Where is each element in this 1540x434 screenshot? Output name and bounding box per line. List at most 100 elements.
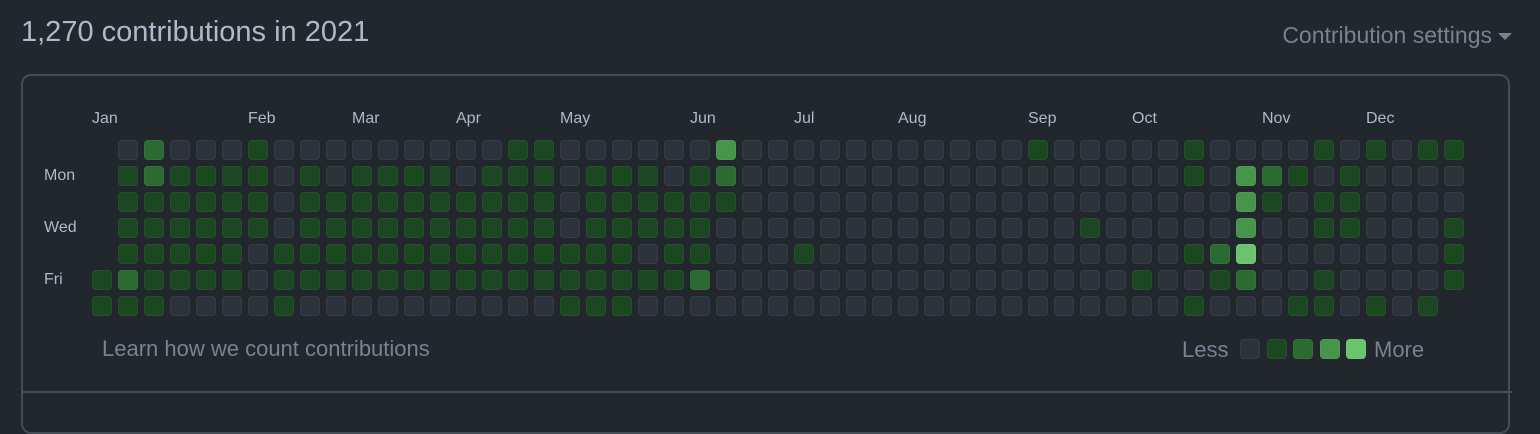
contribution-day-cell[interactable]	[1314, 296, 1334, 316]
contribution-day-cell[interactable]	[222, 270, 242, 290]
contribution-day-cell[interactable]	[482, 270, 502, 290]
contribution-day-cell[interactable]	[898, 218, 918, 238]
contribution-day-cell[interactable]	[1418, 166, 1438, 186]
contribution-day-cell[interactable]	[716, 192, 736, 212]
contribution-day-cell[interactable]	[1210, 166, 1230, 186]
contribution-day-cell[interactable]	[378, 218, 398, 238]
contribution-day-cell[interactable]	[586, 270, 606, 290]
contribution-day-cell[interactable]	[1366, 270, 1386, 290]
contribution-day-cell[interactable]	[1106, 244, 1126, 264]
contribution-day-cell[interactable]	[950, 270, 970, 290]
contribution-day-cell[interactable]	[976, 270, 996, 290]
contribution-day-cell[interactable]	[1028, 244, 1048, 264]
contribution-day-cell[interactable]	[1314, 244, 1334, 264]
contribution-day-cell[interactable]	[1054, 218, 1074, 238]
contribution-day-cell[interactable]	[534, 166, 554, 186]
contribution-day-cell[interactable]	[1366, 192, 1386, 212]
contribution-day-cell[interactable]	[430, 218, 450, 238]
contribution-day-cell[interactable]	[482, 192, 502, 212]
contribution-day-cell[interactable]	[456, 192, 476, 212]
contribution-day-cell[interactable]	[1158, 244, 1178, 264]
contribution-day-cell[interactable]	[612, 166, 632, 186]
contribution-day-cell[interactable]	[1340, 270, 1360, 290]
contribution-day-cell[interactable]	[300, 296, 320, 316]
contribution-day-cell[interactable]	[1002, 140, 1022, 160]
contribution-day-cell[interactable]	[846, 140, 866, 160]
contribution-day-cell[interactable]	[560, 140, 580, 160]
contribution-day-cell[interactable]	[898, 270, 918, 290]
contribution-day-cell[interactable]	[638, 192, 658, 212]
contribution-day-cell[interactable]	[1028, 218, 1048, 238]
contribution-day-cell[interactable]	[456, 270, 476, 290]
contribution-day-cell[interactable]	[1002, 166, 1022, 186]
contribution-day-cell[interactable]	[118, 296, 138, 316]
contribution-day-cell[interactable]	[846, 192, 866, 212]
contribution-day-cell[interactable]	[1340, 244, 1360, 264]
contribution-day-cell[interactable]	[742, 140, 762, 160]
contribution-day-cell[interactable]	[1340, 140, 1360, 160]
contribution-day-cell[interactable]	[924, 296, 944, 316]
contribution-day-cell[interactable]	[1314, 218, 1334, 238]
contribution-day-cell[interactable]	[690, 296, 710, 316]
contribution-day-cell[interactable]	[794, 218, 814, 238]
contribution-day-cell[interactable]	[430, 192, 450, 212]
contribution-day-cell[interactable]	[1184, 140, 1204, 160]
contribution-day-cell[interactable]	[690, 192, 710, 212]
contribution-day-cell[interactable]	[196, 192, 216, 212]
contribution-day-cell[interactable]	[560, 166, 580, 186]
contribution-day-cell[interactable]	[742, 192, 762, 212]
contribution-day-cell[interactable]	[846, 296, 866, 316]
contribution-day-cell[interactable]	[300, 244, 320, 264]
contribution-day-cell[interactable]	[1184, 192, 1204, 212]
contribution-day-cell[interactable]	[1236, 166, 1256, 186]
contribution-day-cell[interactable]	[820, 296, 840, 316]
contribution-day-cell[interactable]	[1444, 218, 1464, 238]
contribution-day-cell[interactable]	[612, 296, 632, 316]
contribution-day-cell[interactable]	[430, 140, 450, 160]
contribution-day-cell[interactable]	[898, 140, 918, 160]
contribution-day-cell[interactable]	[1210, 244, 1230, 264]
contribution-day-cell[interactable]	[1132, 270, 1152, 290]
contribution-day-cell[interactable]	[1288, 192, 1308, 212]
contribution-day-cell[interactable]	[378, 140, 398, 160]
contribution-day-cell[interactable]	[690, 140, 710, 160]
contribution-day-cell[interactable]	[456, 140, 476, 160]
contribution-day-cell[interactable]	[534, 192, 554, 212]
contribution-day-cell[interactable]	[1054, 140, 1074, 160]
contribution-day-cell[interactable]	[976, 140, 996, 160]
contribution-day-cell[interactable]	[768, 166, 788, 186]
contribution-day-cell[interactable]	[222, 166, 242, 186]
contribution-day-cell[interactable]	[976, 218, 996, 238]
contribution-day-cell[interactable]	[1106, 218, 1126, 238]
contribution-day-cell[interactable]	[508, 192, 528, 212]
contribution-day-cell[interactable]	[534, 140, 554, 160]
contribution-day-cell[interactable]	[352, 218, 372, 238]
contribution-day-cell[interactable]	[664, 296, 684, 316]
contribution-day-cell[interactable]	[820, 218, 840, 238]
contribution-day-cell[interactable]	[534, 244, 554, 264]
contribution-day-cell[interactable]	[1236, 218, 1256, 238]
contribution-day-cell[interactable]	[144, 270, 164, 290]
contribution-day-cell[interactable]	[742, 296, 762, 316]
contribution-day-cell[interactable]	[1288, 296, 1308, 316]
contribution-day-cell[interactable]	[326, 218, 346, 238]
contribution-day-cell[interactable]	[1444, 140, 1464, 160]
contribution-day-cell[interactable]	[482, 244, 502, 264]
contribution-day-cell[interactable]	[820, 166, 840, 186]
contribution-day-cell[interactable]	[768, 296, 788, 316]
contribution-day-cell[interactable]	[508, 270, 528, 290]
contribution-day-cell[interactable]	[1158, 192, 1178, 212]
contribution-day-cell[interactable]	[1236, 244, 1256, 264]
contribution-day-cell[interactable]	[1340, 166, 1360, 186]
contribution-day-cell[interactable]	[248, 270, 268, 290]
contribution-day-cell[interactable]	[664, 244, 684, 264]
contribution-day-cell[interactable]	[326, 192, 346, 212]
contribution-day-cell[interactable]	[222, 140, 242, 160]
contribution-day-cell[interactable]	[1444, 166, 1464, 186]
contribution-day-cell[interactable]	[144, 218, 164, 238]
contribution-day-cell[interactable]	[1210, 270, 1230, 290]
contribution-day-cell[interactable]	[1418, 270, 1438, 290]
contribution-day-cell[interactable]	[1262, 270, 1282, 290]
contribution-day-cell[interactable]	[1158, 270, 1178, 290]
contribution-day-cell[interactable]	[820, 192, 840, 212]
